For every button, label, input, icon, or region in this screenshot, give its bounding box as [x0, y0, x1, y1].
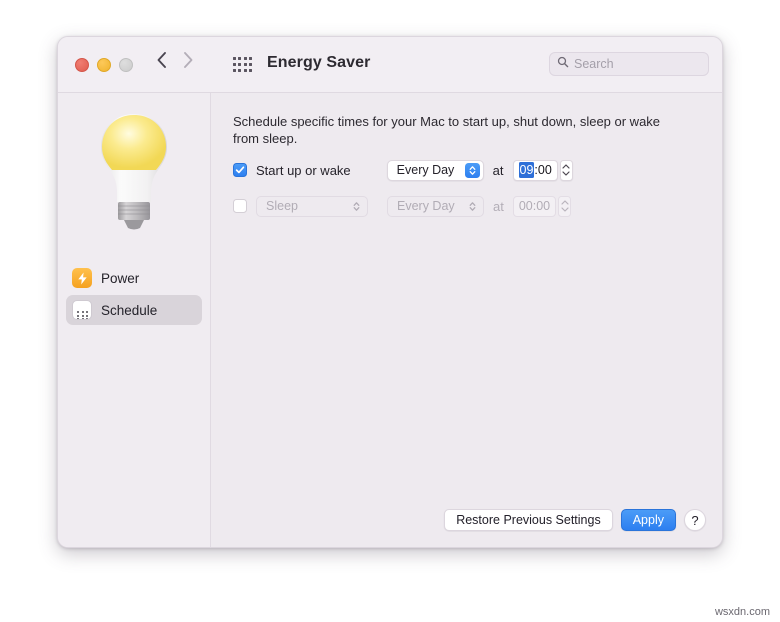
- chevron-updown-icon: [464, 162, 480, 178]
- sleep-hour-segment[interactable]: 00: [519, 199, 533, 213]
- sleep-time-field[interactable]: 00 :00: [512, 195, 557, 217]
- startup-at-label: at: [492, 162, 504, 178]
- chevron-updown-icon: [349, 199, 364, 214]
- sleep-checkbox[interactable]: [233, 199, 247, 213]
- power-bolt-icon: [72, 268, 92, 288]
- startup-minute-segment[interactable]: :00: [534, 163, 551, 177]
- apply-button[interactable]: Apply: [620, 509, 676, 531]
- forward-chevron-icon[interactable]: [183, 51, 194, 69]
- search-input[interactable]: [574, 57, 701, 71]
- back-chevron-icon[interactable]: [156, 51, 167, 69]
- sleep-day-popup[interactable]: Every Day: [387, 195, 484, 217]
- navigation-arrows: [156, 51, 194, 69]
- page-title: Energy Saver: [267, 54, 371, 71]
- sidebar-list: Power Schedule: [66, 263, 202, 327]
- watermark: wsxdn.com: [714, 606, 770, 618]
- startup-hour-segment[interactable]: 09: [518, 162, 535, 178]
- search-field[interactable]: [549, 52, 709, 76]
- sleep-at-label: at: [493, 198, 504, 214]
- startup-schedule-row: Start up or wake Every Day at 09 :00: [233, 159, 573, 181]
- search-icon: [557, 55, 574, 73]
- lightbulb-icon: [94, 110, 174, 232]
- sleep-day-value: Every Day: [397, 199, 455, 213]
- sidebar: Power Schedule: [58, 93, 211, 547]
- sidebar-item-label: Schedule: [101, 302, 158, 318]
- show-all-grid-icon[interactable]: [233, 57, 252, 73]
- close-window-button[interactable]: [75, 58, 89, 72]
- startup-time-field[interactable]: 09 :00: [512, 159, 558, 181]
- window-titlebar: Energy Saver: [58, 37, 722, 93]
- startup-checkbox[interactable]: [233, 163, 247, 177]
- help-button[interactable]: ?: [684, 509, 706, 531]
- startup-day-value: Every Day: [396, 163, 455, 177]
- sleep-minute-segment[interactable]: :00: [533, 199, 550, 213]
- traffic-light-buttons: [75, 58, 133, 72]
- restore-previous-settings-button[interactable]: Restore Previous Settings: [444, 509, 613, 531]
- sidebar-item-power[interactable]: Power: [66, 263, 202, 293]
- sleep-action-value: Sleep: [266, 199, 298, 213]
- startup-time-stepper[interactable]: [559, 159, 573, 181]
- window-body: Power Schedule Schedule specific times f…: [58, 93, 722, 547]
- sleep-schedule-row: Sleep Every Day at 00:00: [233, 195, 572, 217]
- chevron-updown-icon: [465, 199, 480, 214]
- energy-saver-window: Energy Saver Search Power Schedule Sched…: [57, 36, 723, 548]
- calendar-schedule-icon: [72, 300, 92, 320]
- startup-day-popup[interactable]: Every Day: [386, 159, 484, 181]
- sidebar-item-schedule[interactable]: Schedule: [66, 295, 202, 325]
- sidebar-item-label: Power: [101, 270, 140, 286]
- content-pane: Schedule specific times for your Mac to …: [211, 93, 722, 547]
- sleep-action-popup[interactable]: Sleep: [256, 195, 368, 217]
- minimize-window-button[interactable]: [97, 58, 111, 72]
- footer-buttons: Restore Previous Settings Apply ?: [444, 509, 706, 531]
- startup-checkbox-label: Start up or wake: [256, 162, 351, 178]
- zoom-window-button[interactable]: [119, 58, 133, 72]
- sleep-time-stepper[interactable]: [558, 195, 572, 217]
- schedule-description: Schedule specific times for your Mac to …: [233, 114, 661, 146]
